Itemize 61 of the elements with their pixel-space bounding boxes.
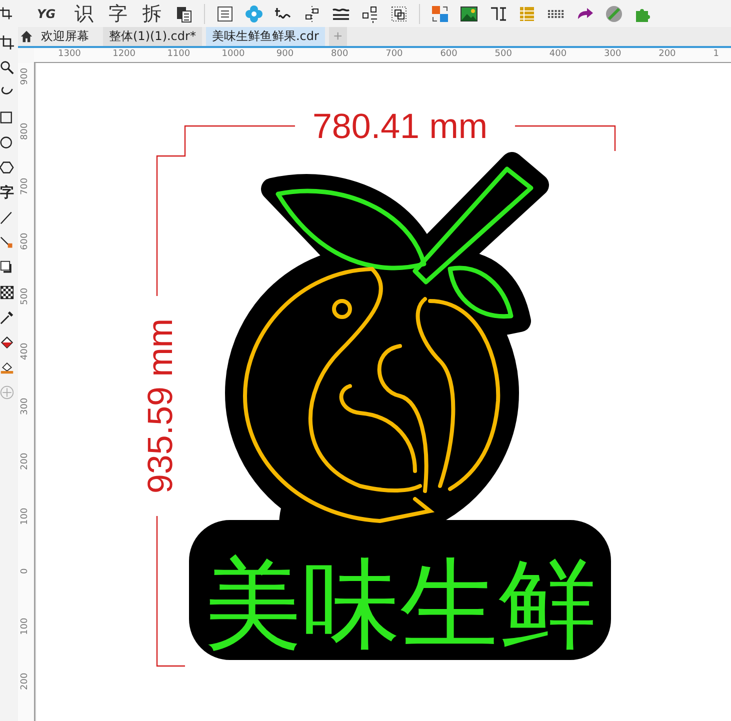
flower-icon[interactable] <box>244 4 263 22</box>
tab-label: 美味生鲜鱼鲜果.cdr <box>212 28 319 45</box>
connector-icon[interactable] <box>0 235 14 250</box>
toolbar-text-button[interactable]: 拆 <box>140 2 164 24</box>
document-tab[interactable]: 整体(1)(1).cdr* <box>103 27 202 46</box>
ruler-label: 500 <box>494 49 512 59</box>
ruler-label: 300 <box>20 396 30 417</box>
tab-label: 欢迎屏幕 <box>41 28 89 45</box>
checker-icon[interactable] <box>0 285 14 300</box>
ruler-label: 500 <box>20 286 30 307</box>
ruler-label: 200 <box>20 671 30 692</box>
polygon-icon[interactable] <box>0 160 14 175</box>
dotted-box-icon[interactable] <box>390 4 408 22</box>
ruler-label: 700 <box>386 49 403 59</box>
ruler-label: 800 <box>20 121 30 142</box>
ruler-label: 300 <box>604 49 622 59</box>
text-height-icon[interactable] <box>488 4 507 22</box>
align-icon[interactable] <box>302 4 321 22</box>
text-tool[interactable]: 字 <box>0 185 14 200</box>
toolbar-text-button[interactable]: 识 <box>72 2 96 24</box>
ruler-label: 0 <box>20 567 30 576</box>
height-dimension: 935.59 mm <box>141 318 180 494</box>
ruler-label: 400 <box>549 49 567 59</box>
ruler-label: 200 <box>20 451 30 472</box>
ruler-label: 1300 <box>58 49 81 59</box>
ruler-label: 1200 <box>112 49 136 59</box>
line-icon[interactable] <box>0 210 14 225</box>
crop-icon[interactable] <box>0 4 12 22</box>
interactive-fill-icon[interactable] <box>0 360 14 375</box>
shadow-icon[interactable] <box>0 260 14 275</box>
fill-bucket-icon[interactable] <box>0 335 14 350</box>
rectangle-icon[interactable] <box>0 110 14 125</box>
sign-text: 美味生鲜 <box>204 548 596 662</box>
color-squares-icon[interactable] <box>430 4 449 22</box>
ellipse-icon[interactable] <box>0 135 14 150</box>
tab-label: 整体(1)(1).cdr* <box>109 28 196 45</box>
ruler-label: 400 <box>20 341 30 362</box>
ruler-label: 1 <box>713 49 719 59</box>
circle-pen-icon[interactable] <box>604 4 623 22</box>
ruler-label: 900 <box>20 66 30 87</box>
eyedropper-icon[interactable] <box>0 310 14 325</box>
picture-icon[interactable] <box>460 4 478 22</box>
ruler-label: 600 <box>440 49 458 59</box>
ruler-label: 100 <box>20 506 30 527</box>
ruler-label: 800 <box>331 49 348 59</box>
ruler-label: 200 <box>658 49 676 59</box>
document-tab[interactable]: 美味生鲜鱼鲜果.cdr <box>206 27 325 46</box>
ruler-label: 1100 <box>167 49 190 59</box>
ruler-label: 1000 <box>222 49 245 59</box>
document-icon[interactable] <box>174 4 193 22</box>
toolbar-text-button[interactable]: 字 <box>106 2 130 24</box>
crop-tool-icon[interactable] <box>0 35 14 50</box>
zoom-icon[interactable] <box>0 60 14 75</box>
distribute-icon[interactable] <box>360 4 379 22</box>
list-icon[interactable] <box>216 4 234 22</box>
ruler-label: 700 <box>20 176 30 197</box>
ruler-label: 600 <box>20 231 30 252</box>
toolbar-text-button[interactable]: YG <box>35 2 58 24</box>
ruler-label: 900 <box>276 49 294 59</box>
width-dimension: 780.41 mm <box>312 107 488 146</box>
ruler-label: 100 <box>20 616 30 637</box>
